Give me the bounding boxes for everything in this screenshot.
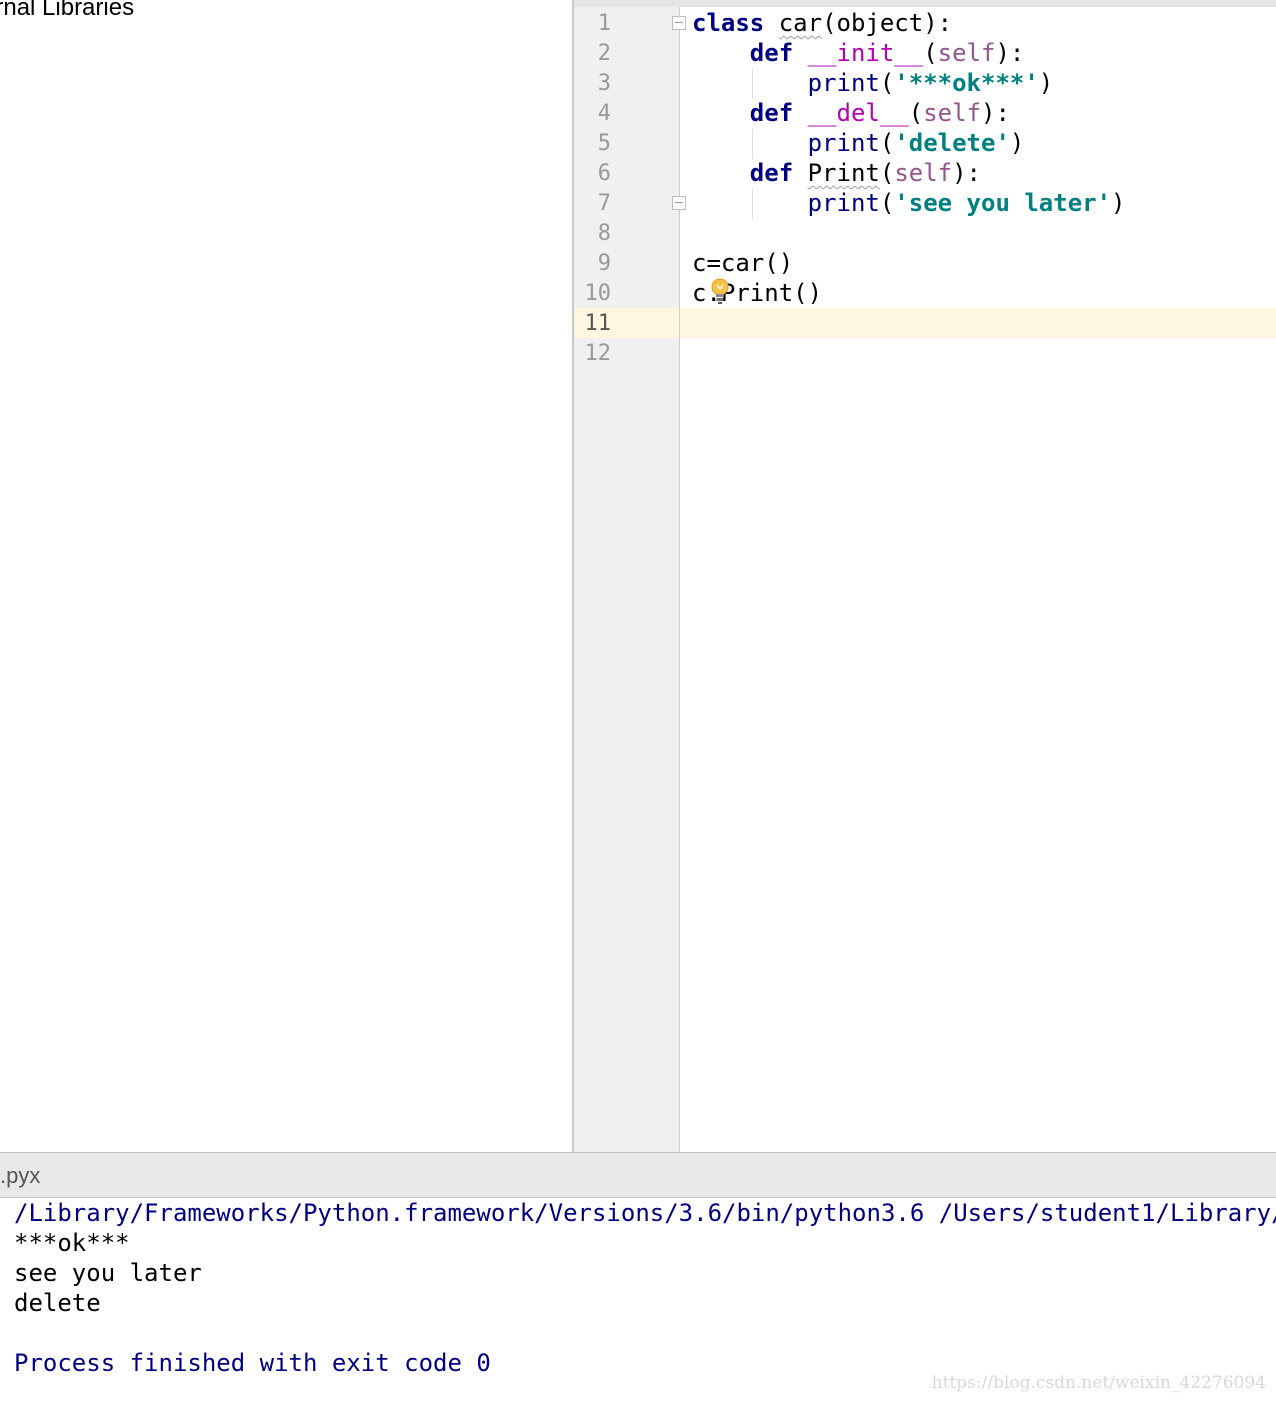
builtin-function: print — [807, 69, 880, 97]
line-number: 2 — [597, 41, 611, 66]
run-panel-header[interactable]: .pyx — [0, 1152, 1276, 1198]
code-line-9[interactable]: c=car() — [692, 248, 793, 278]
line-number: 12 — [584, 341, 612, 366]
code-text: ( — [879, 189, 895, 217]
code-text: ): — [995, 39, 1025, 67]
code-text: Print() — [720, 279, 823, 307]
line-number: 7 — [597, 191, 611, 216]
line-number-current: 11 — [584, 311, 612, 336]
class-name: car — [778, 9, 823, 37]
console-output-line: see you later — [14, 1259, 202, 1287]
string-literal: 'delete' — [894, 129, 1010, 157]
keyword: class — [692, 9, 765, 37]
code-line-1[interactable]: class car(object): — [692, 8, 952, 38]
fold-end-icon[interactable] — [672, 196, 686, 210]
builtin-function: print — [807, 129, 880, 157]
code-text: ) — [1038, 69, 1054, 97]
code-editor[interactable]: 1 2 3 4 5 6 7 8 9 10 11 12 class car(obj… — [574, 0, 1276, 1152]
intention-bulb-icon[interactable] — [710, 277, 730, 307]
string-literal: 'see you later' — [894, 189, 1112, 217]
method-name: __init__ — [807, 39, 924, 67]
line-number: 3 — [597, 71, 611, 96]
keyword: def — [749, 159, 794, 187]
code-line-3[interactable]: print('***ok***') — [692, 68, 1054, 98]
line-number: 8 — [597, 221, 611, 246]
line-number: 5 — [597, 131, 611, 156]
keyword: def — [749, 39, 794, 67]
code-text: ) — [1111, 189, 1126, 217]
code-text: (object): — [822, 9, 953, 37]
run-tab-title[interactable]: .pyx — [0, 1163, 40, 1189]
code-text: ( — [879, 69, 895, 97]
line-number: 1 — [597, 11, 611, 36]
line-number: 6 — [597, 161, 611, 186]
code-text: ( — [908, 99, 924, 127]
method-name: __del__ — [807, 99, 909, 127]
builtin-function: print — [807, 189, 880, 217]
line-number: 9 — [597, 251, 611, 276]
code-line-7[interactable]: print('see you later') — [692, 188, 1126, 218]
self-param: self — [937, 39, 996, 67]
code-text: ( — [923, 39, 938, 67]
code-line-2[interactable]: def __init__(self): — [692, 38, 1025, 68]
project-panel: ernal Libraries — [0, 0, 572, 1152]
code-text: ) — [1009, 129, 1025, 157]
line-number-gutter[interactable]: 1 2 3 4 5 6 7 8 9 10 11 12 — [574, 7, 680, 1152]
code-text: ( — [879, 129, 895, 157]
editor-tab-strip-edge — [574, 0, 1276, 7]
watermark: https://blog.csdn.net/weixin_42276094 — [931, 1373, 1266, 1393]
keyword: def — [749, 99, 794, 127]
console-exit-message: Process finished with exit code 0 — [14, 1349, 491, 1377]
line-number: 4 — [597, 101, 611, 126]
code-text: ): — [952, 159, 982, 187]
code-text: ( — [879, 159, 895, 187]
code-line-5[interactable]: print('delete') — [692, 128, 1025, 158]
self-param: self — [923, 99, 982, 127]
method-name: Print — [807, 159, 880, 187]
line-number: 10 — [584, 281, 612, 306]
code-line-4[interactable]: def __del__(self): — [692, 98, 1010, 128]
project-tree-item-external-libraries[interactable]: ernal Libraries — [0, 0, 134, 22]
fold-start-icon[interactable] — [672, 16, 686, 30]
console-output-line: ***ok*** — [14, 1229, 130, 1257]
console-output-line: delete — [14, 1289, 101, 1317]
self-param: self — [894, 159, 953, 187]
string-literal: '***ok***' — [894, 69, 1039, 97]
console-command-line: /Library/Frameworks/Python.framework/Ver… — [14, 1199, 1276, 1227]
code-text: ): — [981, 99, 1010, 127]
code-line-6[interactable]: def Print(self): — [692, 158, 981, 188]
